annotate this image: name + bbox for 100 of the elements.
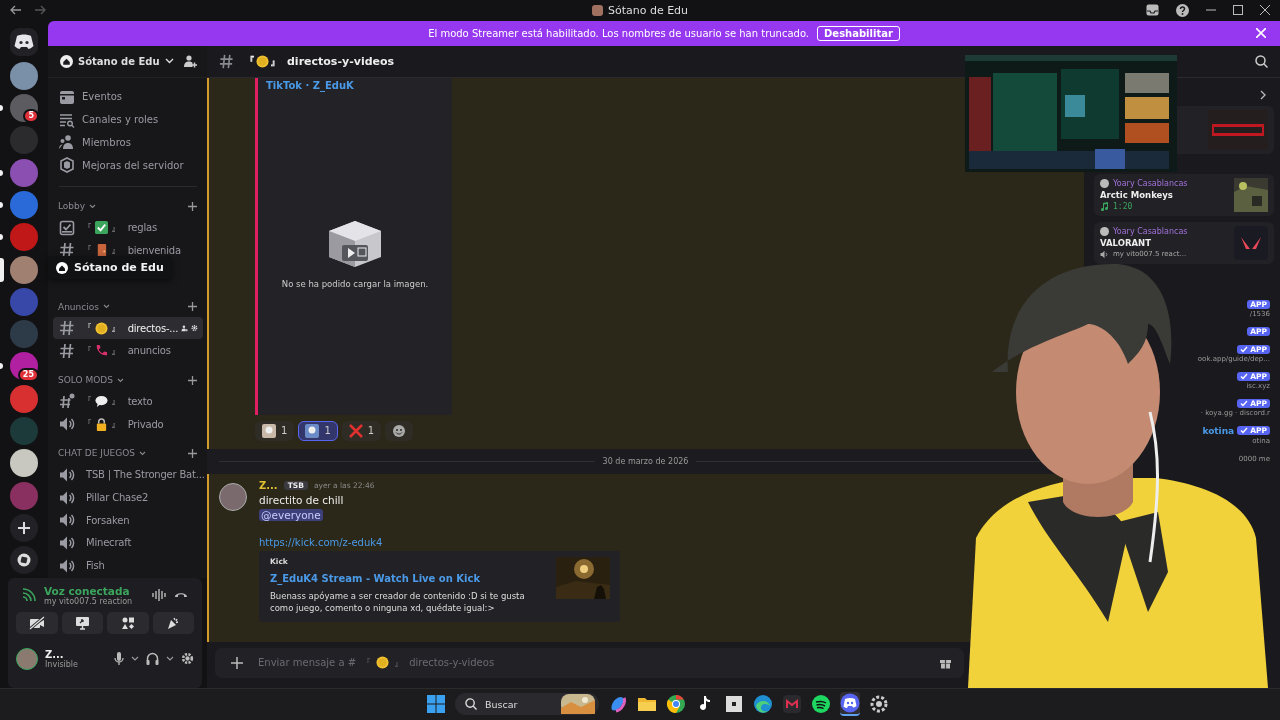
reaction[interactable]: 1 (341, 420, 382, 441)
microphone-icon[interactable] (114, 651, 124, 666)
add-channel-icon[interactable] (188, 375, 197, 385)
bracket-close: 』 (110, 417, 121, 432)
bracket-open: 『 (82, 343, 92, 358)
voice-channel-name[interactable]: my vito007.5 reaction (44, 596, 144, 606)
coin-icon (94, 321, 108, 335)
invite-icon[interactable] (183, 54, 197, 68)
channel-item[interactable]: Forsaken (53, 508, 203, 532)
hash-icon (59, 393, 75, 410)
disable-button[interactable]: Deshabilitar (817, 25, 900, 41)
circle-icon[interactable] (666, 693, 686, 716)
reaction[interactable]: 1 (298, 420, 338, 441)
chevron-down-icon[interactable] (166, 656, 174, 662)
channel-item[interactable]: Fish (53, 554, 203, 577)
help-icon[interactable] (1176, 3, 1189, 17)
channel-item[interactable]: 『 』 Privado (53, 412, 203, 436)
channel-item[interactable]: TSB | The Stronger Bat... (53, 463, 203, 487)
bracket-close: 』 (110, 220, 121, 235)
server-menu-item[interactable]: Eventos (53, 85, 203, 109)
music-note-icon (1100, 201, 1109, 211)
sound-waves-icon[interactable] (811, 693, 831, 716)
server-menu-item[interactable]: Miembros (53, 131, 203, 154)
server-icon[interactable] (10, 449, 38, 478)
back-icon[interactable] (10, 5, 22, 16)
embed-title[interactable]: Z_EduK4 Stream - Watch Live on Kick (270, 572, 546, 584)
message-text: directito de chill (259, 493, 344, 506)
hang-up-icon[interactable] (174, 591, 188, 600)
bracket-close: 』 (110, 321, 121, 336)
activity-card[interactable]: Yoary Casablancas Arctic Monkeys 1:20 (1094, 173, 1274, 216)
speaker-icon (59, 466, 75, 483)
bracket-close: 』 (110, 243, 121, 258)
wave-circle-icon[interactable] (753, 693, 773, 716)
plus-icon[interactable] (231, 656, 243, 669)
category-header[interactable]: SOLO MODS (58, 375, 113, 386)
add-channel-icon[interactable] (188, 201, 197, 211)
mention[interactable]: @everyone (259, 508, 323, 521)
add-channel-icon[interactable] (188, 449, 197, 458)
add-channel-icon[interactable] (188, 302, 197, 312)
channel-name: Privado (127, 418, 164, 430)
author-avatar[interactable] (219, 482, 247, 511)
m-icon[interactable] (782, 693, 802, 716)
server-thumbnail (591, 5, 603, 16)
server-name[interactable]: Sótano de Edu (78, 55, 160, 67)
author-name[interactable]: Z... (259, 479, 278, 491)
window-title: Sótano de Edu (607, 4, 689, 17)
activity-detail: 1:20 (1113, 201, 1133, 211)
member-name[interactable]: kotina (1202, 425, 1235, 436)
add-server-button[interactable] (10, 513, 38, 542)
cross-icon (348, 423, 363, 438)
reaction[interactable]: 1 (255, 420, 295, 441)
shapes-icon (120, 615, 135, 630)
add-reaction-button[interactable] (385, 420, 414, 441)
embed-link[interactable]: TikTok · Z_EduK (266, 79, 452, 91)
maximize-icon[interactable] (1233, 5, 1243, 16)
close-icon[interactable] (1260, 5, 1270, 16)
channel-item[interactable]: 『 』 anuncios (53, 339, 203, 363)
soundboard-button[interactable] (152, 611, 194, 634)
date-divider: 30 de marzo de 2026 (602, 456, 689, 466)
username: Z... (45, 648, 65, 660)
controller-icon[interactable] (840, 692, 860, 717)
channel-name: anuncios (127, 345, 171, 357)
forward-icon[interactable] (34, 5, 46, 16)
activities-button[interactable] (107, 611, 149, 634)
user-avatar[interactable] (16, 647, 38, 670)
chevron-down-icon[interactable] (131, 656, 139, 662)
inbox-icon[interactable] (1146, 4, 1159, 17)
server-menu-item[interactable]: Canales y roles (53, 108, 203, 131)
emoji-image-icon (305, 423, 320, 438)
category-header[interactable]: CHAT DE JUEGOS (58, 448, 136, 459)
chevron-right-icon[interactable] (1260, 89, 1266, 100)
party-popper-icon (166, 615, 181, 630)
voice-status: Voz conectada (44, 584, 131, 597)
category-header[interactable]: Anuncios (58, 301, 99, 312)
bracket-open: 『 (82, 220, 92, 235)
channel-name: Fish (86, 560, 105, 572)
channel-item[interactable]: Pillar Chase2 (53, 486, 203, 509)
check-icon (1240, 345, 1249, 353)
channel-item[interactable]: Minecraft (53, 531, 203, 555)
four-squares-icon (427, 695, 445, 714)
channel-item[interactable]: 『 』 reglas (53, 216, 203, 240)
check-icon (1240, 372, 1249, 380)
channel-item[interactable]: 『 』 directos-... (53, 316, 203, 340)
message-link[interactable]: https://kick.com/z-eduk4 (259, 536, 383, 548)
category-header[interactable]: Lobby (58, 201, 86, 212)
search-field[interactable]: Buscar (455, 693, 599, 716)
settings-icon[interactable] (181, 652, 194, 666)
search-icon[interactable] (1255, 54, 1268, 68)
channel-item[interactable]: 『 』 texto (53, 390, 203, 413)
server-menu-item[interactable]: Mejoras del servidor (53, 153, 203, 177)
server-icon[interactable] (10, 61, 38, 90)
discover-button[interactable] (10, 546, 38, 575)
camera-off-button[interactable] (16, 611, 58, 634)
headphones-icon[interactable] (146, 652, 159, 666)
activity-user: Yoary Casablancas (1113, 178, 1188, 188)
bracket-open: 『 (82, 243, 92, 258)
screen-share-button[interactable] (61, 611, 103, 634)
home-button[interactable] (10, 27, 38, 56)
start-button[interactable] (426, 693, 446, 716)
sound-bars-icon[interactable] (152, 589, 166, 602)
